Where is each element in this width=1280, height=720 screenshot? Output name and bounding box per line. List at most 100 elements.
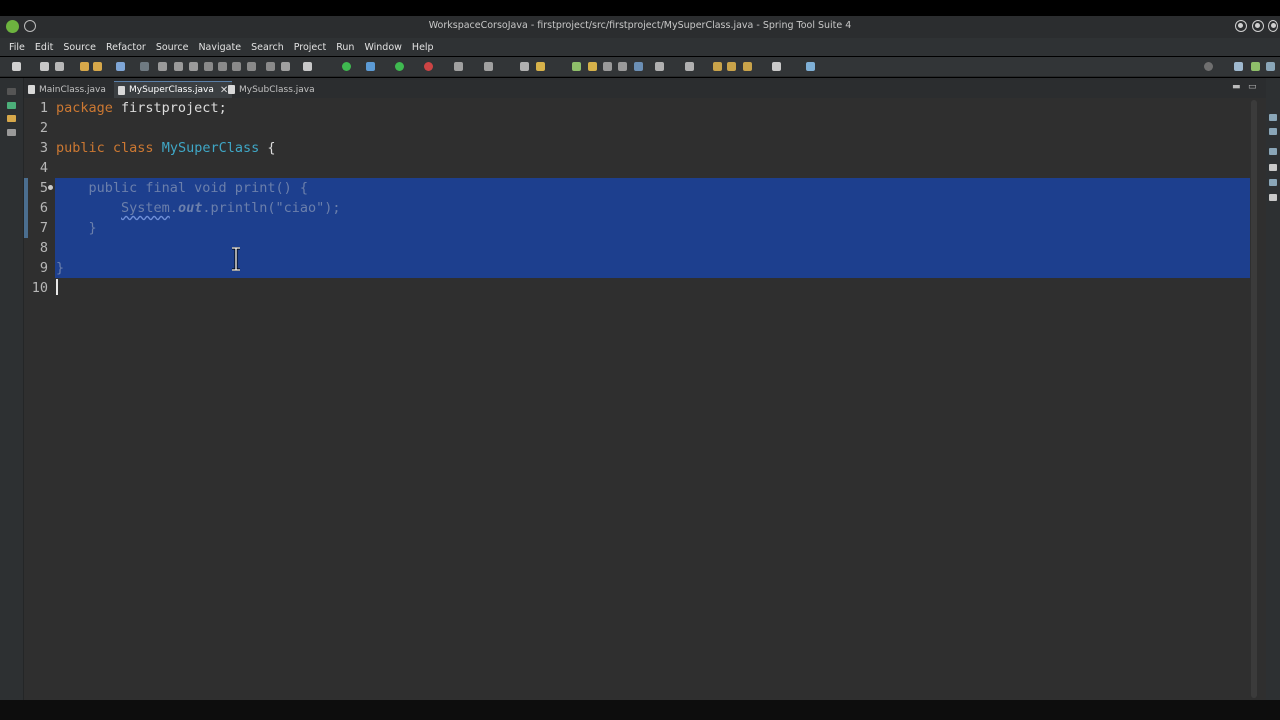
line-number: 1 <box>39 100 48 116</box>
left-trim-bar <box>0 78 24 700</box>
menu-search[interactable]: Search <box>251 42 284 53</box>
next-annotation-icon[interactable] <box>655 62 664 71</box>
show-whitespace-icon[interactable] <box>634 62 643 71</box>
keyword: class <box>112 140 154 156</box>
menu-run[interactable]: Run <box>336 42 354 53</box>
open-perspective-icon[interactable] <box>1234 62 1243 71</box>
back-icon[interactable] <box>727 62 736 71</box>
line-number: 6 <box>39 200 48 216</box>
tab-mysuperclass[interactable]: MySuperClass.java ✕ <box>114 81 233 98</box>
window-title: WorkspaceCorsoJava - firstproject/src/fi… <box>428 20 852 31</box>
main-toolbar <box>0 57 1280 77</box>
problems-icon[interactable] <box>1269 148 1277 155</box>
skip-breakpoints-icon[interactable] <box>140 62 149 71</box>
code-line-9: } <box>56 260 65 276</box>
line-number-gutter: 1 2 3 4 5 6 7 8 9 10 <box>24 98 54 700</box>
run-spring-icon[interactable] <box>342 62 351 71</box>
line-number: 2 <box>39 120 48 136</box>
previous-annotation-icon[interactable] <box>685 62 694 71</box>
scrollbar-track[interactable] <box>1251 100 1257 698</box>
code-editor[interactable]: 1 2 3 4 5 6 7 8 9 10 package firstprojec… <box>24 98 1250 700</box>
package-explorer-icon[interactable] <box>7 102 16 109</box>
maximize-editor-icon[interactable]: ▭ <box>1248 82 1257 92</box>
back-history-icon[interactable] <box>743 62 752 71</box>
menu-window[interactable]: Window <box>364 42 401 53</box>
outline-icon[interactable] <box>1269 114 1277 121</box>
code-line-1: package firstproject; <box>56 98 227 118</box>
debug-perspective-icon[interactable] <box>1266 62 1275 71</box>
line-number: 8 <box>39 240 48 256</box>
keyword: package <box>56 100 113 116</box>
code-line-7: } <box>56 220 97 236</box>
task-list-icon[interactable] <box>1269 128 1277 135</box>
edit-icon[interactable] <box>588 62 597 71</box>
pin-editor-icon[interactable] <box>806 62 815 71</box>
suspend-icon[interactable] <box>174 62 183 71</box>
use-step-filters-icon[interactable] <box>281 62 290 71</box>
new-java-project-icon[interactable] <box>484 62 493 71</box>
menu-project[interactable]: Project <box>294 42 327 53</box>
boot-dashboard-icon[interactable] <box>303 62 312 71</box>
debug-icon[interactable] <box>366 62 375 71</box>
boot-dashboard-view-icon[interactable] <box>7 115 16 122</box>
step-over-icon[interactable] <box>232 62 241 71</box>
code-text: . <box>169 200 178 216</box>
open-type-icon[interactable] <box>520 62 529 71</box>
line-number: 10 <box>31 280 48 296</box>
terminate-icon[interactable] <box>189 62 198 71</box>
tab-label: MySubClass.java <box>239 84 315 95</box>
new-icon[interactable] <box>12 62 21 71</box>
restore-icon[interactable] <box>7 88 16 95</box>
console-icon[interactable] <box>1269 194 1277 201</box>
system-class: System <box>121 200 170 216</box>
search-icon[interactable] <box>572 62 581 71</box>
tab-mysubclass[interactable]: MySubClass.java <box>224 81 319 98</box>
resume-icon[interactable] <box>158 62 167 71</box>
close-window-button[interactable] <box>1268 20 1278 32</box>
menu-refactor[interactable]: Refactor <box>106 42 146 53</box>
outline-view-icon[interactable] <box>7 129 16 136</box>
run-icon[interactable] <box>395 62 404 71</box>
minimize-editor-icon[interactable]: ▬ <box>1232 82 1241 92</box>
fold-indicator-icon[interactable] <box>48 185 53 190</box>
declaration-icon[interactable] <box>1269 179 1277 186</box>
undo-icon[interactable] <box>80 62 89 71</box>
menu-file[interactable]: File <box>9 42 25 53</box>
disconnect-icon[interactable] <box>204 62 213 71</box>
terminal-icon[interactable] <box>116 62 125 71</box>
toggle-mark-occurrences-icon[interactable] <box>603 62 612 71</box>
maximize-window-button[interactable] <box>1252 20 1264 32</box>
java-file-icon <box>28 85 35 94</box>
toggle-block-selection-icon[interactable] <box>618 62 627 71</box>
tab-label: MySuperClass.java <box>129 85 214 95</box>
menu-navigate[interactable]: Navigate <box>198 42 241 53</box>
java-perspective-icon[interactable] <box>1251 62 1260 71</box>
tab-mainclass[interactable]: MainClass.java <box>24 81 110 98</box>
forward-icon[interactable] <box>772 62 781 71</box>
menu-source[interactable]: Source <box>63 42 96 53</box>
open-task-icon[interactable] <box>536 62 545 71</box>
step-into-icon[interactable] <box>218 62 227 71</box>
tab-label: MainClass.java <box>39 84 106 95</box>
coverage-icon[interactable] <box>424 62 433 71</box>
menu-source-2[interactable]: Source <box>156 42 189 53</box>
save-icon[interactable] <box>40 62 49 71</box>
editor-vertical-scrollbar[interactable] <box>1250 98 1266 700</box>
save-all-icon[interactable] <box>55 62 64 71</box>
java-file-icon <box>228 85 235 94</box>
screen: WorkspaceCorsoJava - firstproject/src/fi… <box>0 0 1280 720</box>
drop-to-frame-icon[interactable] <box>266 62 275 71</box>
last-edit-location-icon[interactable] <box>713 62 722 71</box>
line-number: 5 <box>39 180 48 196</box>
code-line-5: public final void print() { <box>56 180 308 196</box>
javadoc-icon[interactable] <box>1269 164 1277 171</box>
external-tools-icon[interactable] <box>454 62 463 71</box>
redo-icon[interactable] <box>93 62 102 71</box>
text-caret <box>56 279 58 295</box>
step-return-icon[interactable] <box>247 62 256 71</box>
menu-help[interactable]: Help <box>412 42 434 53</box>
code-text: { <box>259 140 276 156</box>
menu-edit[interactable]: Edit <box>35 42 53 53</box>
quick-access-search-icon[interactable] <box>1204 62 1213 71</box>
minimize-window-button[interactable] <box>1235 20 1247 32</box>
